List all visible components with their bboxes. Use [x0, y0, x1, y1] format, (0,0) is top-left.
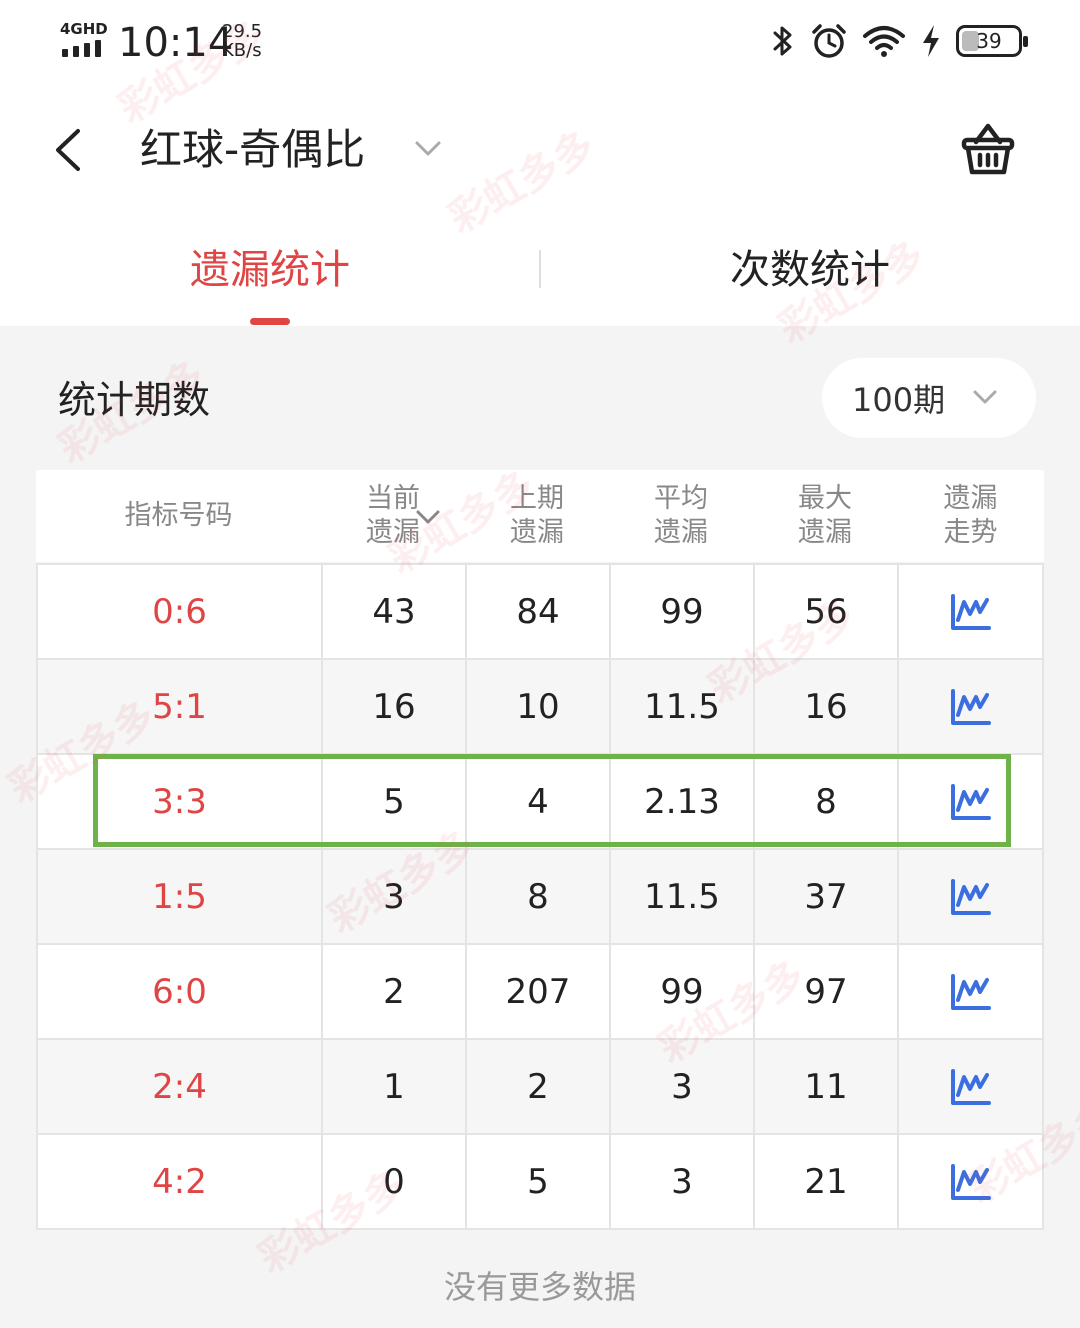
cell-max: 37 [755, 850, 899, 943]
title-bar: 红球-奇偶比 [0, 100, 1080, 200]
tab-miss-stats[interactable]: 遗漏统计 [0, 240, 540, 300]
period-value: 100期 [852, 381, 946, 419]
period-select[interactable]: 100期 [822, 358, 1036, 438]
cell-average: 99 [611, 565, 755, 658]
signal-bars-icon [62, 40, 101, 57]
table-header: 指标号码 当前 遗漏 上期 遗漏 平均 遗漏 最大 遗漏 遗漏 走势 [36, 470, 1044, 562]
cell-code: 1:5 [38, 850, 323, 943]
period-label: 统计期数 [58, 378, 211, 422]
bluetooth-icon [773, 26, 792, 56]
cell-code: 5:1 [38, 660, 323, 753]
cell-current: 3 [323, 850, 467, 943]
cell-previous: 207 [467, 945, 611, 1038]
cell-max: 8 [755, 755, 899, 848]
cell-current: 0 [323, 1135, 467, 1228]
table-row: 6:0 2 207 99 97 [38, 945, 1042, 1040]
table-row: 1:5 3 8 11.5 37 [38, 850, 1042, 945]
cell-max: 16 [755, 660, 899, 753]
clock: 10:14 [118, 20, 234, 66]
column-header-trend: 遗漏 走势 [943, 483, 998, 548]
cell-average: 11.5 [611, 660, 755, 753]
tab-count-stats[interactable]: 次数统计 [540, 240, 1080, 300]
battery-icon: 39 [956, 25, 1028, 57]
cell-previous: 5 [467, 1135, 611, 1228]
cell-current: 43 [323, 565, 467, 658]
trend-chart-icon [950, 593, 991, 630]
cell-average: 2.13 [611, 755, 755, 848]
cell-previous: 8 [467, 850, 611, 943]
cell-code: 0:6 [38, 565, 323, 658]
cell-average: 3 [611, 1040, 755, 1133]
active-tab-indicator [250, 318, 290, 325]
signal-indicator: 4GHD [60, 20, 110, 60]
network-speed: 29.5 KB/s [222, 22, 262, 60]
speed-unit: KB/s [222, 40, 262, 61]
wifi-icon [863, 26, 905, 57]
status-icons: 39 [770, 22, 1028, 60]
trend-button[interactable] [899, 945, 1042, 1038]
speed-value: 29.5 [222, 21, 263, 42]
cell-current: 16 [323, 660, 467, 753]
basket-icon[interactable] [958, 120, 1018, 180]
trend-chart-icon [950, 1163, 991, 1200]
trend-chart-icon [950, 878, 991, 915]
cell-previous: 84 [467, 565, 611, 658]
column-header-average: 平均 遗漏 [654, 483, 708, 548]
status-bar: 4GHD 10:14 29.5 KB/s 39 [0, 0, 1080, 90]
table-row: 2:4 1 2 3 11 [38, 1040, 1042, 1135]
cell-previous: 4 [467, 755, 611, 848]
table-row: 0:6 43 84 99 56 [38, 565, 1042, 660]
table-row: 4:2 0 5 3 21 [38, 1135, 1042, 1230]
charging-icon [923, 25, 939, 57]
trend-button[interactable] [899, 1135, 1042, 1228]
cell-average: 3 [611, 1135, 755, 1228]
cell-average: 11.5 [611, 850, 755, 943]
chevron-down-icon [973, 390, 997, 404]
miss-stats-table: 0:6 43 84 99 56 5:1 16 10 11.5 16 3:3 5 … [36, 563, 1044, 1230]
trend-button[interactable] [899, 565, 1042, 658]
cell-current: 2 [323, 945, 467, 1038]
trend-chart-icon [950, 973, 991, 1010]
column-header-previous: 上期 遗漏 [510, 483, 564, 548]
cell-average: 99 [611, 945, 755, 1038]
no-more-data-text: 没有更多数据 [443, 1268, 636, 1306]
cell-code: 3:3 [38, 755, 323, 848]
back-button[interactable] [50, 122, 100, 178]
cell-current: 1 [323, 1040, 467, 1133]
trend-chart-icon [950, 783, 991, 820]
cell-max: 56 [755, 565, 899, 658]
tab-bar: 遗漏统计 次数统计 [0, 220, 1080, 326]
chevron-left-icon [56, 129, 80, 171]
trend-button[interactable] [899, 850, 1042, 943]
trend-button[interactable] [899, 1040, 1042, 1133]
cell-previous: 2 [467, 1040, 611, 1133]
cell-previous: 10 [467, 660, 611, 753]
table-row: 5:1 16 10 11.5 16 [38, 660, 1042, 755]
cell-max: 97 [755, 945, 899, 1038]
cell-max: 21 [755, 1135, 899, 1228]
cell-code: 4:2 [38, 1135, 323, 1228]
alarm-icon [812, 24, 846, 58]
trend-chart-icon [950, 688, 991, 725]
page-title[interactable]: 红球-奇偶比 [140, 122, 365, 178]
column-header-max: 最大 遗漏 [798, 483, 852, 548]
trend-button[interactable] [899, 660, 1042, 753]
cell-code: 2:4 [38, 1040, 323, 1133]
network-type: 4GHD [60, 20, 108, 38]
cell-current: 5 [323, 755, 467, 848]
trend-chart-icon [950, 1068, 991, 1105]
cell-max: 11 [755, 1040, 899, 1133]
sort-chevron-icon[interactable] [411, 500, 445, 534]
chevron-down-icon[interactable] [412, 132, 444, 164]
column-header-code: 指标号码 [124, 500, 233, 531]
table-row: 3:3 5 4 2.13 8 [38, 755, 1042, 850]
cell-code: 6:0 [38, 945, 323, 1038]
battery-level: 39 [976, 29, 1002, 53]
trend-button[interactable] [899, 755, 1042, 848]
